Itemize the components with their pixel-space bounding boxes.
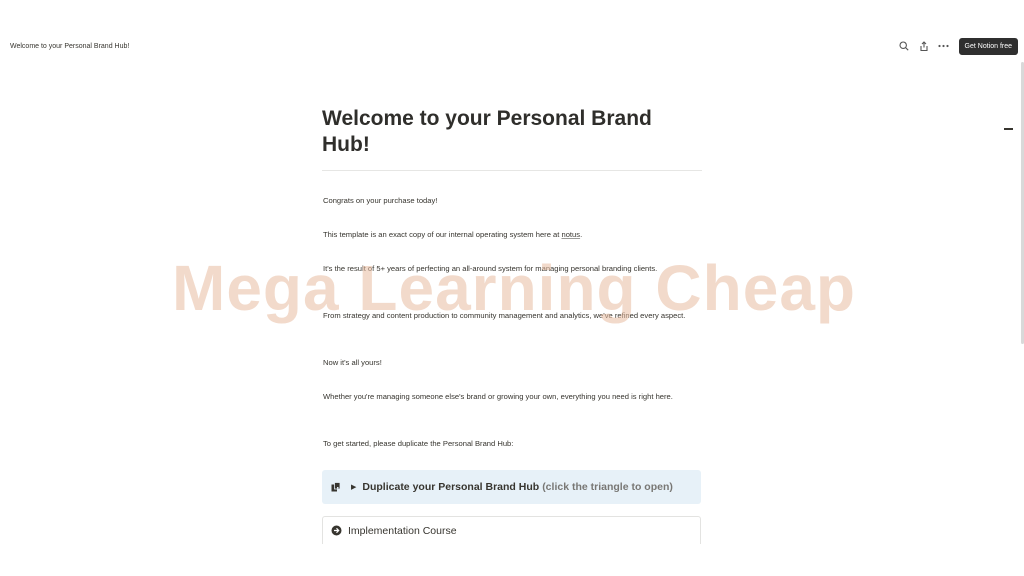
search-icon[interactable] [895, 37, 913, 55]
paragraph-whether: Whether you're managing someone else's b… [323, 392, 673, 401]
table-of-contents-marker[interactable] [1004, 128, 1013, 130]
paragraph-all-yours: Now it's all yours! [323, 358, 382, 367]
callout-label: Duplicate your Personal Brand Hub (click … [362, 481, 672, 493]
callout-hint: (click the triangle to open) [542, 481, 673, 493]
page-header: Welcome to your Personal Brand Hub! [322, 106, 702, 171]
paragraph-template-copy: This template is an exact copy of our in… [323, 228, 703, 241]
share-icon[interactable] [915, 37, 933, 55]
duplicate-icon [330, 482, 341, 493]
top-actions: Get Notion free [893, 37, 1018, 55]
paragraph-get-started: To get started, please duplicate the Per… [323, 439, 514, 448]
paragraph-congrats: Congrats on your purchase today! [323, 196, 438, 205]
callout-title: Duplicate your Personal Brand Hub [362, 481, 540, 493]
more-icon[interactable] [935, 37, 953, 55]
get-notion-free-button[interactable]: Get Notion free [958, 37, 1018, 55]
paragraph-text: . [580, 230, 583, 239]
notus-link[interactable]: notus [561, 230, 580, 239]
toggle-triangle-icon[interactable]: ▶ [351, 483, 356, 491]
arrow-circle-icon [331, 525, 342, 536]
course-label: Implementation Course [348, 524, 457, 537]
top-bar: Welcome to your Personal Brand Hub! Get … [0, 36, 1024, 58]
paragraph-result: It's the result of 5+ years of perfectin… [323, 264, 658, 273]
duplicate-toggle-callout[interactable]: ▶ Duplicate your Personal Brand Hub (clic… [322, 470, 701, 504]
page-title: Welcome to your Personal Brand Hub! [322, 107, 652, 156]
paragraph-text: This template is an exact copy of our in… [323, 230, 562, 239]
implementation-course-link[interactable]: Implementation Course [322, 516, 701, 544]
paragraph-strategy: From strategy and content production to … [323, 311, 686, 320]
breadcrumb[interactable]: Welcome to your Personal Brand Hub! [10, 43, 129, 50]
divider [322, 170, 702, 171]
